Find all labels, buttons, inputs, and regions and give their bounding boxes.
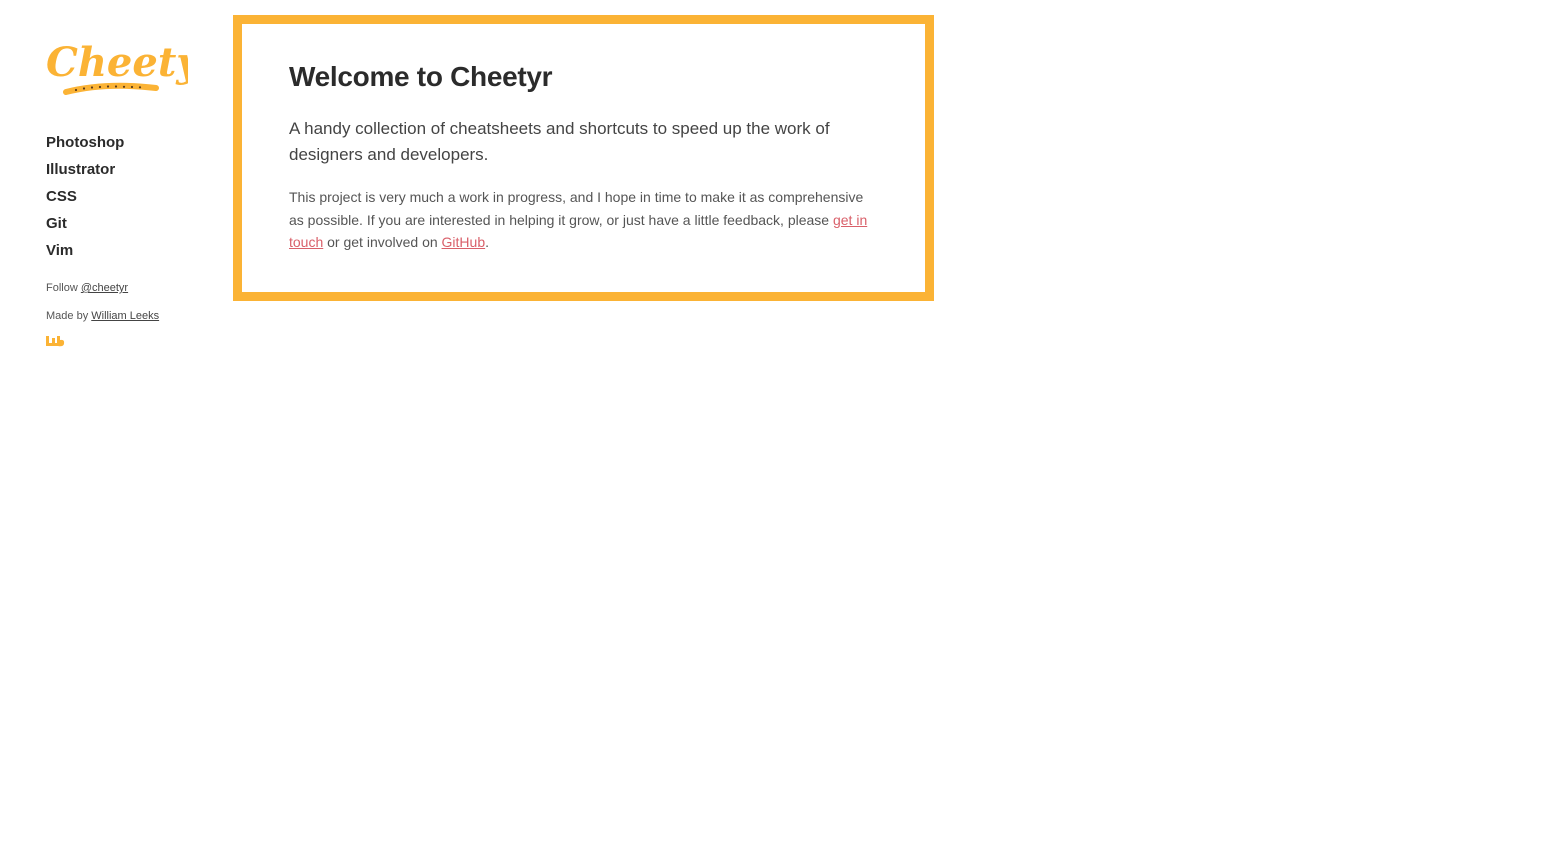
logo-wordmark: Cheetyr (46, 39, 188, 86)
body-text-prefix: This project is very much a work in prog… (289, 189, 864, 228)
page-title: Welcome to Cheetyr (289, 61, 553, 92)
nav-link-git[interactable]: Git (46, 215, 67, 232)
nav-item-photoshop: Photoshop (46, 132, 216, 159)
intro-lead: A handy collection of cheatsheets and sh… (289, 119, 830, 164)
made-by-line: Made by William Leeks (46, 309, 216, 323)
nav-link-vim[interactable]: Vim (46, 242, 73, 259)
wl-mark-icon[interactable] (46, 335, 66, 347)
intro-body: This project is very much a work in prog… (289, 186, 879, 254)
author-link[interactable]: William Leeks (91, 310, 159, 322)
github-link[interactable]: GitHub (442, 234, 486, 250)
nav-link-photoshop[interactable]: Photoshop (46, 134, 124, 151)
nav-item-css: CSS (46, 186, 216, 213)
nav-item-git: Git (46, 213, 216, 240)
body-text-middle: or get involved on (323, 234, 442, 250)
nav-link-css[interactable]: CSS (46, 188, 77, 205)
welcome-card: Welcome to Cheetyr A handy collection of… (233, 15, 934, 301)
sidebar-meta: Follow @cheetyr Made by William Leeks (46, 281, 216, 347)
sidebar: Cheetyr Photoshop Illustrator CSS Git Vi… (46, 38, 216, 347)
body-text-suffix: . (485, 234, 490, 250)
follow-prefix: Follow (46, 282, 81, 294)
nav-link-illustrator[interactable]: Illustrator (46, 161, 115, 178)
cheatsheet-nav: Photoshop Illustrator CSS Git Vim (46, 132, 216, 267)
nav-item-vim: Vim (46, 240, 216, 267)
made-by-prefix: Made by (46, 310, 92, 322)
cheetyr-logo-icon: Cheetyr (46, 39, 188, 95)
cheetyr-logo[interactable]: Cheetyr (46, 38, 188, 100)
twitter-handle-link[interactable]: @cheetyr (81, 282, 128, 294)
nav-item-illustrator: Illustrator (46, 159, 216, 186)
follow-line: Follow @cheetyr (46, 281, 216, 295)
